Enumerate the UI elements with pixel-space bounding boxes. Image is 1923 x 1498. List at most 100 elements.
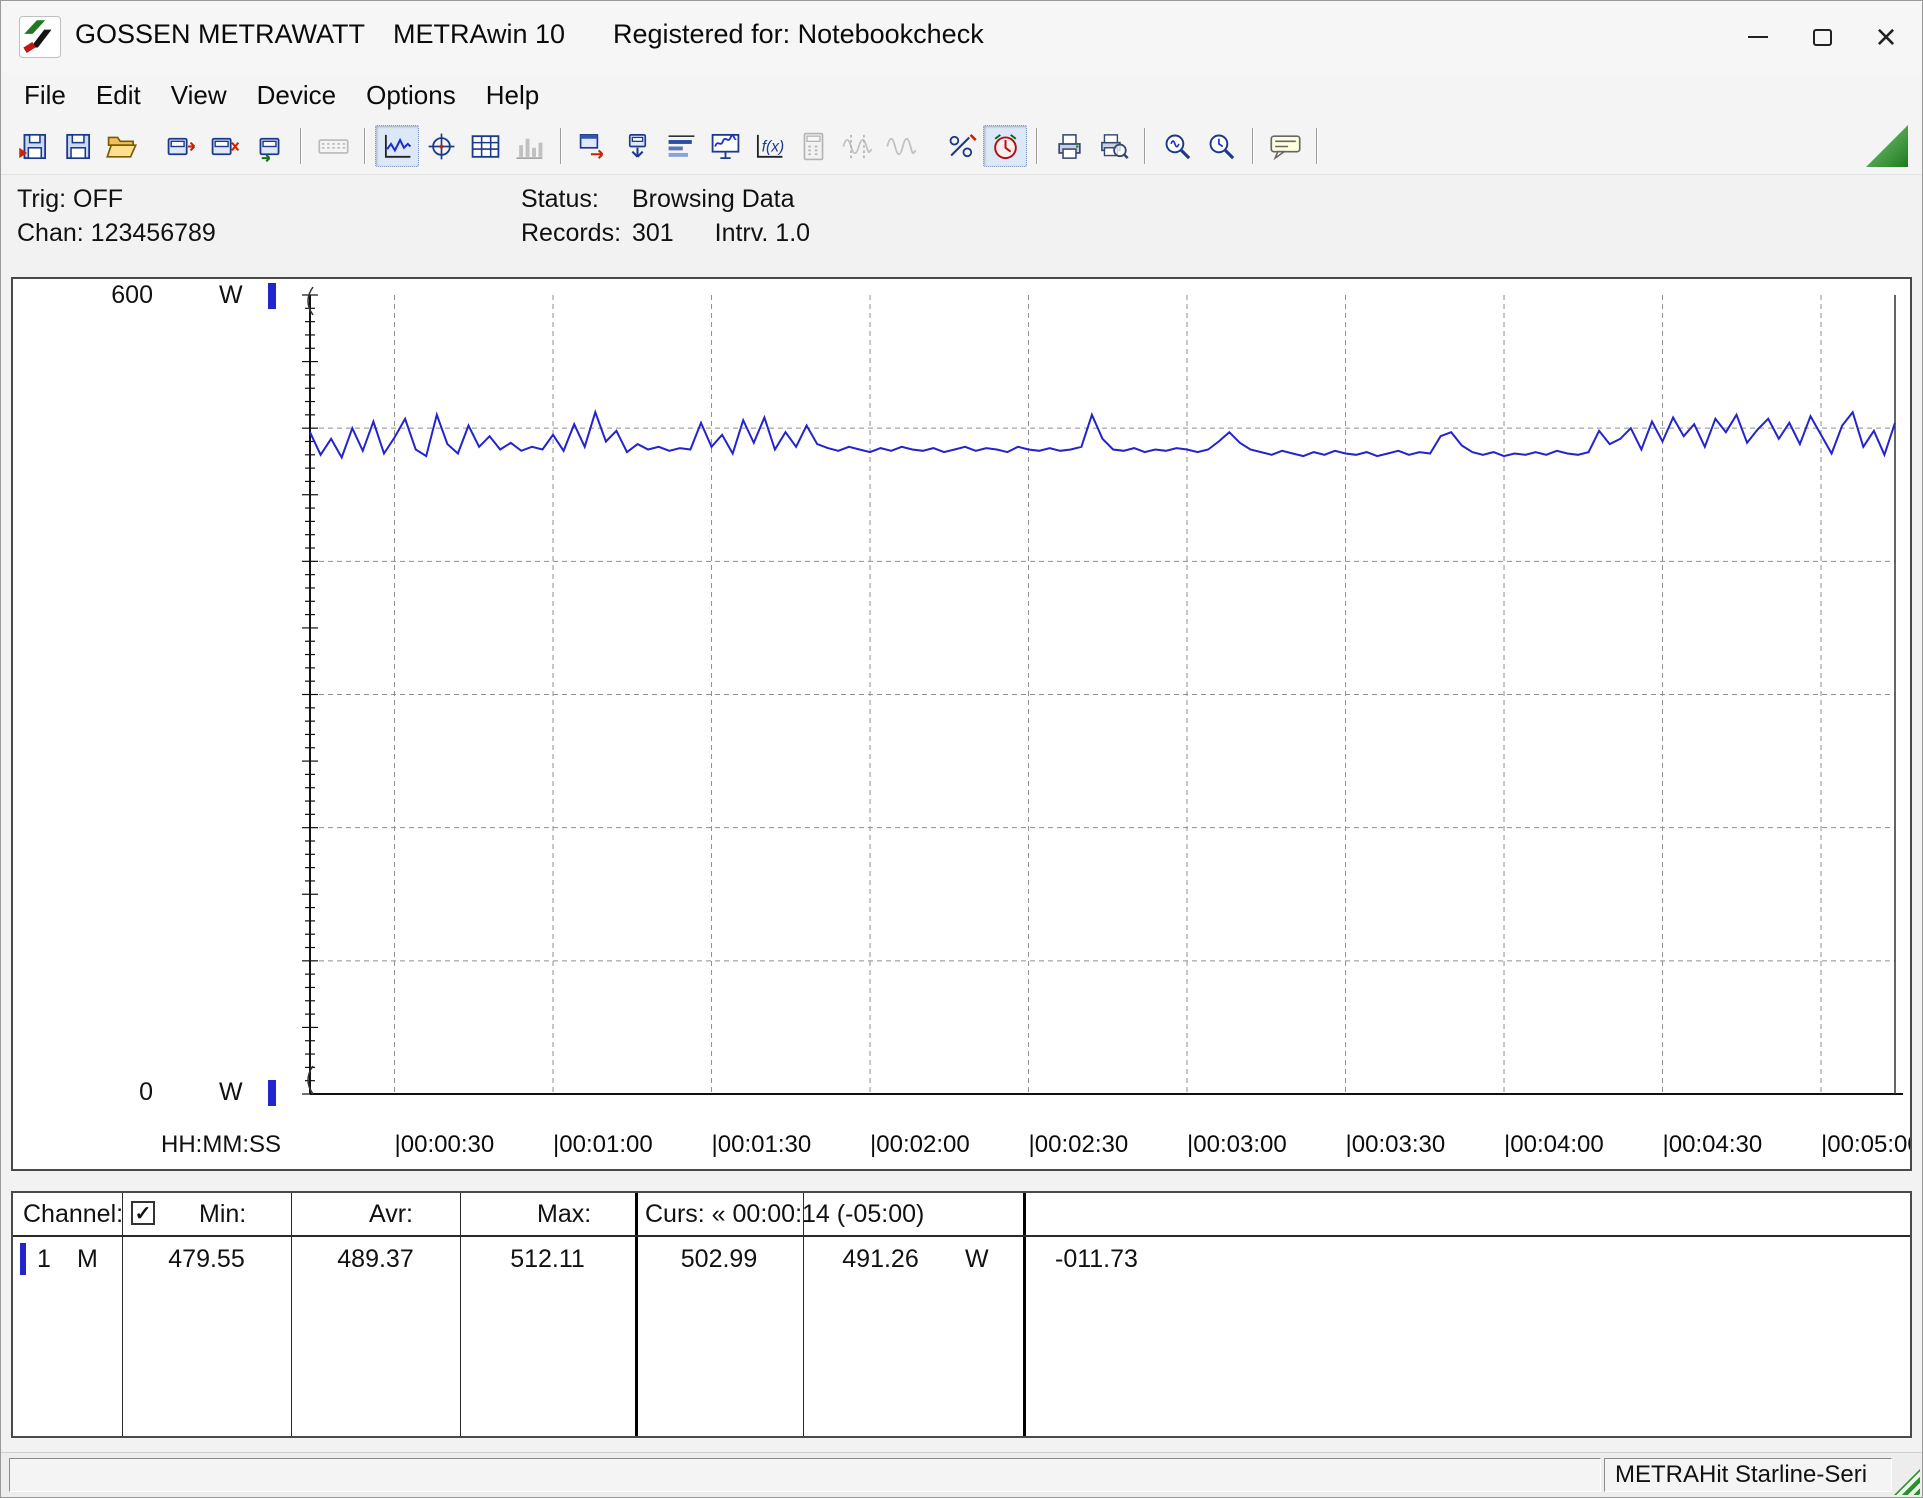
delta-value: -011.73 bbox=[1055, 1245, 1138, 1274]
zoom-amplitude-button[interactable] bbox=[1155, 125, 1199, 167]
app-window: GOSSEN METRAWATT METRAwin 10 Registered … bbox=[0, 0, 1923, 1498]
cursor2-value: 491.26 bbox=[803, 1245, 958, 1274]
records-value: 301 bbox=[632, 219, 674, 247]
measurement-table: Channel: ✓ Min: Avr: Max: Curs: « 00:00:… bbox=[11, 1191, 1912, 1438]
column-divider bbox=[122, 1193, 123, 1436]
app-title: METRAwin 10 bbox=[393, 19, 565, 50]
x-axis-tick-label: |00:00:30 bbox=[395, 1131, 495, 1159]
x-axis-tick-label: |00:02:00 bbox=[870, 1131, 970, 1159]
toolbar: f(x) bbox=[1, 117, 1922, 175]
y-max-channel-marker bbox=[268, 283, 276, 309]
minimize-button[interactable] bbox=[1726, 1, 1790, 73]
column-divider bbox=[803, 1193, 804, 1436]
data-table-view-button[interactable] bbox=[463, 125, 507, 167]
device-download-icon bbox=[622, 132, 653, 161]
column-divider bbox=[291, 1193, 292, 1436]
toolbar-separator bbox=[300, 128, 302, 164]
toolbar-separator bbox=[560, 128, 562, 164]
toolbar-separator bbox=[1252, 128, 1254, 164]
channel-visible-checkbox[interactable]: ✓ bbox=[131, 1201, 155, 1225]
window-transfer-button[interactable] bbox=[571, 125, 615, 167]
device-name: METRAHit Starline-Seri bbox=[1604, 1458, 1892, 1492]
cursor-column-header: Curs: « 00:00:14 (-05:00) bbox=[645, 1200, 924, 1229]
percent-limits-button[interactable] bbox=[939, 125, 983, 167]
line-chart-view-icon bbox=[382, 132, 413, 161]
interval-label: Intrv. bbox=[715, 219, 769, 247]
timeline-button[interactable] bbox=[659, 125, 703, 167]
save-icon bbox=[18, 132, 49, 161]
menu-options[interactable]: Options bbox=[351, 76, 471, 115]
print-button[interactable] bbox=[1047, 125, 1091, 167]
toolbar-separator bbox=[364, 128, 366, 164]
x-axis-tick-label: |00:03:00 bbox=[1187, 1131, 1287, 1159]
statusbar-message bbox=[9, 1458, 1601, 1492]
x-axis-tick-label: |00:02:30 bbox=[1029, 1131, 1129, 1159]
y-max-unit: W bbox=[219, 281, 243, 310]
open-button[interactable] bbox=[99, 125, 143, 167]
export-meter-1-icon bbox=[166, 132, 197, 161]
resize-grip[interactable] bbox=[1894, 1469, 1920, 1495]
x-axis-tick-label: |00:01:30 bbox=[712, 1131, 812, 1159]
titlebar: GOSSEN METRAWATT METRAwin 10 Registered … bbox=[1, 1, 1922, 73]
column-divider-thick bbox=[1023, 1193, 1026, 1436]
close-button[interactable]: × bbox=[1854, 1, 1918, 73]
y-max-label: 600 bbox=[91, 281, 153, 310]
export-meter-2-button[interactable] bbox=[203, 125, 247, 167]
x-axis-tick-label: |00:04:00 bbox=[1504, 1131, 1604, 1159]
window-controls: × bbox=[1726, 1, 1918, 73]
zoom-amplitude-icon bbox=[1162, 132, 1193, 161]
alarm-icon bbox=[990, 132, 1021, 161]
menu-file[interactable]: File bbox=[9, 76, 81, 115]
channel-color-indicator bbox=[20, 1243, 26, 1275]
max-column-header: Max: bbox=[537, 1200, 591, 1229]
menu-device[interactable]: Device bbox=[242, 76, 351, 115]
brand-title: GOSSEN METRAWATT bbox=[75, 19, 365, 50]
registered-for-label: Registered for: Notebookcheck bbox=[613, 19, 984, 50]
wave-button bbox=[879, 125, 923, 167]
data-table-view-icon bbox=[470, 132, 501, 161]
calculator-icon bbox=[798, 132, 829, 161]
save-as-button[interactable] bbox=[55, 125, 99, 167]
line-chart-view-button[interactable] bbox=[375, 125, 419, 167]
statusbar: METRAHit Starline-Seri bbox=[1, 1452, 1922, 1497]
print-preview-button[interactable] bbox=[1091, 125, 1135, 167]
function-fx-button[interactable]: f(x) bbox=[747, 125, 791, 167]
print-icon bbox=[1054, 132, 1085, 161]
x-axis-tick-label: |00:03:30 bbox=[1346, 1131, 1446, 1159]
chan-label: Chan: bbox=[17, 219, 84, 248]
toolbar-separator bbox=[1036, 128, 1038, 164]
open-icon bbox=[106, 132, 137, 161]
maximize-button[interactable] bbox=[1790, 1, 1854, 73]
menu-view[interactable]: View bbox=[156, 76, 242, 115]
x-axis-tick-label: |00:01:00 bbox=[553, 1131, 653, 1159]
export-meter-2-icon bbox=[210, 132, 241, 161]
checkmark-icon: ✓ bbox=[135, 1201, 152, 1226]
keyboard-button bbox=[311, 125, 355, 167]
zoom-time-icon bbox=[1206, 132, 1237, 161]
zoom-time-button[interactable] bbox=[1199, 125, 1243, 167]
chart-panel: 600 W 0 W HH:MM:SS |00:00:30|00:01:00|00… bbox=[11, 277, 1912, 1171]
menu-edit[interactable]: Edit bbox=[81, 76, 156, 115]
y-min-channel-marker bbox=[268, 1080, 276, 1106]
save-button[interactable] bbox=[11, 125, 55, 167]
export-meter-1-button[interactable] bbox=[159, 125, 203, 167]
export-meter-3-icon bbox=[254, 132, 285, 161]
cursor-crosshair-icon bbox=[426, 132, 457, 161]
monitor-view-button[interactable] bbox=[703, 125, 747, 167]
toolbar-separator bbox=[1144, 128, 1146, 164]
toolbar-separator bbox=[1316, 128, 1318, 164]
cursor2-unit: W bbox=[965, 1245, 989, 1274]
x-axis-tick-label: |00:05:00 bbox=[1821, 1131, 1912, 1159]
column-divider bbox=[460, 1193, 461, 1436]
avr-value: 489.37 bbox=[291, 1245, 460, 1274]
cursor-crosshair-button[interactable] bbox=[419, 125, 463, 167]
menu-help[interactable]: Help bbox=[471, 76, 554, 115]
cursor1-value: 502.99 bbox=[635, 1245, 803, 1274]
alarm-button[interactable] bbox=[983, 125, 1027, 167]
device-download-button[interactable] bbox=[615, 125, 659, 167]
minimize-icon bbox=[1748, 36, 1768, 38]
annotation-button[interactable] bbox=[1263, 125, 1307, 167]
monitor-view-icon bbox=[710, 132, 741, 161]
export-meter-3-button[interactable] bbox=[247, 125, 291, 167]
power-chart[interactable] bbox=[13, 279, 1910, 1169]
